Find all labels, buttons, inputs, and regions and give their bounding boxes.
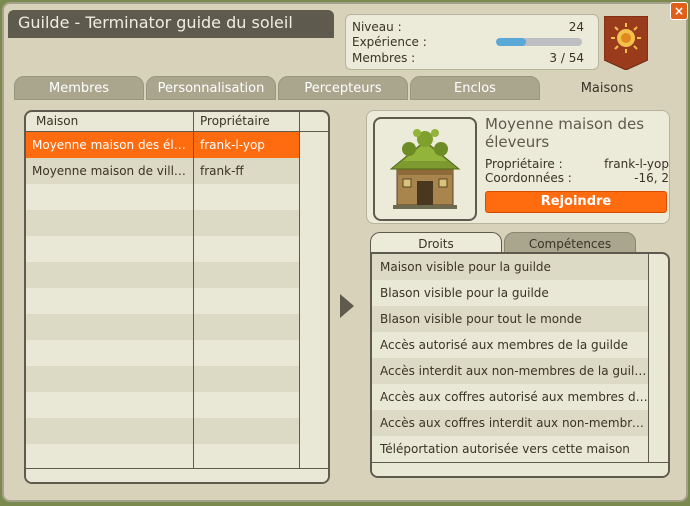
table-row[interactable]: Moyenne maison de village frank-ff [26, 158, 300, 184]
window-title: Guilde - Terminator guide du soleil [18, 13, 293, 32]
tab-houses[interactable]: Maisons [542, 76, 672, 100]
empty-row [26, 392, 300, 418]
arrow-right-icon [340, 294, 354, 318]
table-row[interactable]: Moyenne maison des éleveurs frank-l-yop [26, 132, 300, 158]
experience-bar-fill [496, 38, 527, 46]
coordinates-label: Coordonnées : [485, 171, 572, 185]
right-item[interactable]: Blason visible pour tout le monde [372, 306, 648, 332]
level-value: 24 [568, 20, 584, 34]
owner-value: frank-l-yop [604, 157, 669, 171]
empty-row [26, 340, 300, 366]
empty-row [26, 314, 300, 340]
empty-row [26, 262, 300, 288]
coordinates-value: -16, 2 [634, 171, 669, 185]
empty-row [26, 236, 300, 262]
members-label: Membres : [352, 51, 416, 65]
main-tabs: Membres Personnalisation Percepteurs Enc… [12, 76, 672, 100]
empty-row [26, 210, 300, 236]
right-item[interactable]: Accès aux coffres autorisé aux membres d… [372, 384, 648, 410]
tab-paddocks[interactable]: Enclos [410, 76, 540, 100]
tab-customization[interactable]: Personnalisation [146, 76, 276, 100]
rights-tabs: Droits Compétences [370, 232, 670, 254]
tab-collectors[interactable]: Percepteurs [278, 76, 408, 100]
join-button[interactable]: Rejoindre [485, 191, 667, 213]
experience-label: Expérience : [352, 35, 427, 49]
members-value: 3 / 54 [549, 51, 584, 65]
table-rows: Moyenne maison des éleveurs frank-l-yop … [26, 132, 300, 470]
rights-footer [372, 462, 668, 476]
empty-row [26, 288, 300, 314]
column-header-house[interactable]: Maison [36, 114, 78, 128]
house-cell: Moyenne maison des éleveurs [32, 138, 188, 152]
right-item[interactable]: Maison visible pour la guilde [372, 254, 648, 280]
column-divider [193, 112, 194, 482]
tab-rights[interactable]: Droits [370, 232, 502, 254]
house-image [373, 117, 477, 221]
houses-table: Maison Propriétaire Moyenne maison des é… [24, 110, 330, 484]
house-icon [389, 129, 461, 209]
right-item[interactable]: Accès autorisé aux membres de la guilde [372, 332, 648, 358]
close-button[interactable]: × [670, 2, 688, 20]
scrollbar-divider [648, 254, 649, 476]
house-cell: Moyenne maison de village [32, 164, 188, 178]
house-detail-card: Moyenne maison des éleveurs Propriétaire… [366, 110, 670, 224]
guild-window: Guilde - Terminator guide du soleil Nive… [2, 2, 688, 502]
right-item[interactable]: Accès interdit aux non-membres de la gui… [372, 358, 648, 384]
guild-stats-panel: Niveau : 24 Expérience : Membres : 3 / 5… [345, 14, 599, 70]
empty-row [26, 184, 300, 210]
owner-label: Propriétaire : [485, 157, 563, 171]
right-item[interactable]: Téléportation autorisée vers cette maiso… [372, 436, 648, 462]
house-name: Moyenne maison des éleveurs [485, 115, 645, 151]
column-header-owner[interactable]: Propriétaire [200, 114, 270, 128]
empty-row [26, 444, 300, 470]
rights-list: Maison visible pour la guilde Blason vis… [370, 252, 670, 478]
title-bar: Guilde - Terminator guide du soleil Nive… [4, 4, 686, 76]
empty-row [26, 366, 300, 392]
right-item[interactable]: Blason visible pour la guilde [372, 280, 648, 306]
owner-cell: frank-ff [200, 164, 244, 178]
level-label: Niveau : [352, 20, 402, 34]
tab-members[interactable]: Membres [14, 76, 144, 100]
experience-bar [496, 38, 582, 46]
scrollbar-divider [299, 112, 300, 482]
tab-skills[interactable]: Compétences [504, 232, 636, 254]
guild-emblem-icon [604, 16, 648, 70]
owner-cell: frank-l-yop [200, 138, 265, 152]
empty-row [26, 418, 300, 444]
table-footer [26, 468, 328, 482]
right-item[interactable]: Accès aux coffres interdit aux non-membr… [372, 410, 648, 436]
table-header: Maison Propriétaire [26, 112, 328, 132]
houses-panel: Maison Propriétaire Moyenne maison des é… [14, 100, 674, 492]
